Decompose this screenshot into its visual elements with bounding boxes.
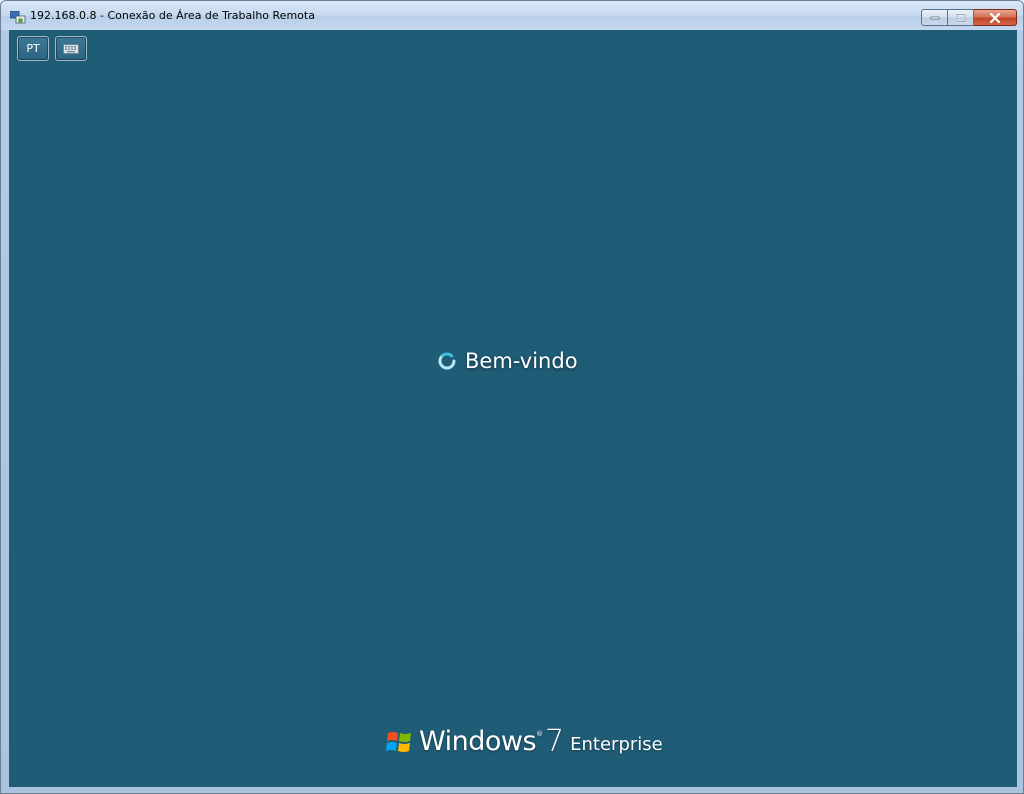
trademark-mark: ®	[536, 730, 544, 738]
on-screen-keyboard-button[interactable]	[55, 36, 87, 61]
windows-branding: Windows ® 7 Enterprise	[385, 722, 663, 758]
welcome-text: Bem-vindo	[465, 349, 578, 373]
maximize-button[interactable]	[948, 9, 974, 26]
caption-buttons	[921, 9, 1017, 27]
loading-spinner-icon	[437, 351, 457, 371]
language-button[interactable]: PT	[17, 36, 49, 61]
remote-desktop-screen[interactable]: PT Bem-vindo Windows ® 7 Enterprise	[9, 30, 1017, 787]
windows-flag-icon	[385, 729, 413, 755]
brand-edition: Enterprise	[570, 734, 663, 755]
close-button[interactable]	[974, 9, 1017, 26]
brand-product: Windows	[419, 726, 537, 757]
remote-desktop-icon	[9, 10, 26, 24]
window-title: 192.168.0.8 - Conexão de Área de Trabalh…	[30, 9, 315, 22]
remote-desktop-window: 192.168.0.8 - Conexão de Área de Trabalh…	[0, 0, 1024, 794]
minimize-button[interactable]	[921, 9, 948, 26]
welcome-status: Bem-vindo	[437, 347, 578, 375]
title-bar[interactable]: 192.168.0.8 - Conexão de Área de Trabalh…	[1, 1, 1023, 30]
brand-version: 7	[545, 724, 565, 759]
